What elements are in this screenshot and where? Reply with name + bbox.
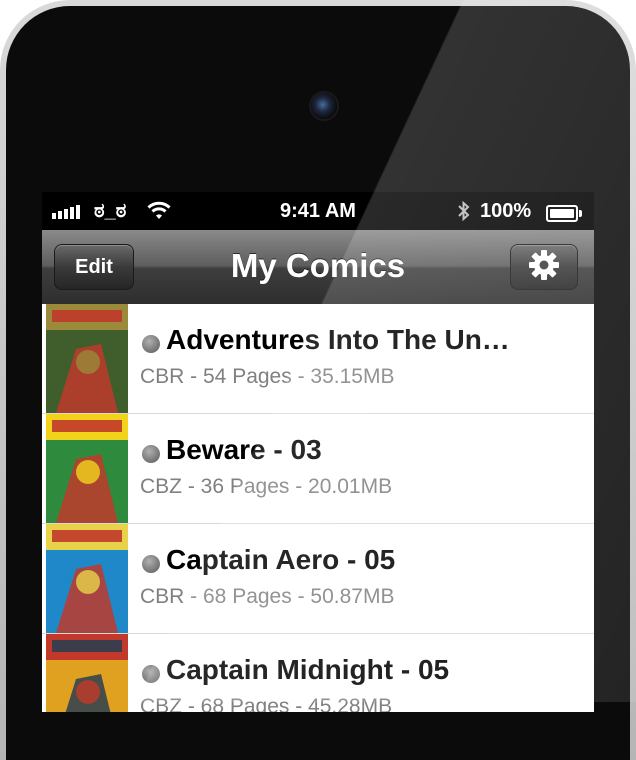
comic-cover-thumbnail bbox=[46, 634, 128, 712]
comic-cover-thumbnail bbox=[46, 414, 128, 523]
comic-list-item[interactable]: Captain Midnight - 05 CBZ - 68 Pages - 45… bbox=[42, 634, 594, 712]
unread-dot-icon bbox=[142, 665, 160, 683]
comics-list: Adventures Into The Un… CBR - 54 Pages - … bbox=[42, 304, 594, 712]
comic-details: CBR - 68 Pages - 50.87MB bbox=[140, 585, 395, 608]
comic-details: CBR - 54 Pages - 35.15MB bbox=[140, 365, 395, 388]
comic-cover-thumbnail bbox=[46, 524, 128, 633]
comic-list-item[interactable]: Beware - 03 CBZ - 36 Pages - 20.01MB bbox=[42, 414, 594, 524]
screen: ಠ_ಠ 9:41 AM 100% Edit My Comics Adventur… bbox=[42, 192, 594, 712]
comic-details: CBZ - 68 Pages - 45.28MB bbox=[140, 695, 393, 712]
comic-title: Captain Aero - 05 bbox=[166, 544, 396, 575]
battery-percent: 100% bbox=[480, 200, 532, 222]
comic-title: Beware - 03 bbox=[166, 434, 322, 465]
bluetooth-icon bbox=[456, 200, 472, 228]
comic-title: Captain Midnight - 05 bbox=[166, 654, 450, 685]
battery-level bbox=[550, 209, 574, 218]
unread-dot-icon bbox=[142, 445, 160, 463]
gear-icon bbox=[528, 249, 560, 286]
comic-cover-thumbnail bbox=[46, 304, 128, 413]
comic-list-item[interactable]: Adventures Into The Un… CBR - 54 Pages - … bbox=[42, 304, 594, 414]
settings-button[interactable] bbox=[510, 244, 578, 290]
navigation-bar: Edit My Comics bbox=[42, 230, 594, 305]
battery-icon bbox=[546, 205, 582, 222]
front-camera bbox=[311, 93, 337, 119]
comic-title: Adventures Into The Un… bbox=[166, 324, 510, 355]
status-bar: ಠ_ಠ 9:41 AM 100% bbox=[42, 192, 594, 230]
unread-dot-icon bbox=[142, 335, 160, 353]
unread-dot-icon bbox=[142, 555, 160, 573]
comic-details: CBZ - 36 Pages - 20.01MB bbox=[140, 475, 393, 498]
comic-list-item[interactable]: Captain Aero - 05 CBR - 68 Pages - 50.87M… bbox=[42, 524, 594, 634]
